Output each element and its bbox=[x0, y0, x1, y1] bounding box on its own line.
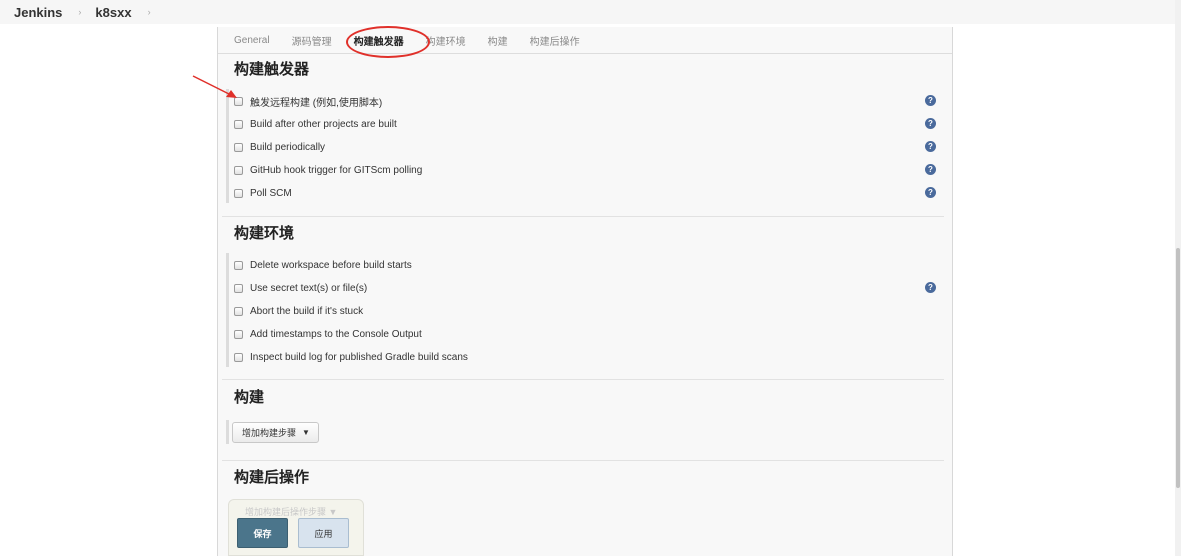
section-title-environment: 构建环境 bbox=[234, 225, 295, 242]
section-title-triggers: 构建触发器 bbox=[234, 61, 310, 78]
env-option-timestamps[interactable]: Add timestamps to the Console Output bbox=[234, 326, 422, 342]
help-icon[interactable]: ? bbox=[925, 141, 936, 152]
group-indicator bbox=[226, 253, 229, 367]
checkbox[interactable] bbox=[234, 306, 243, 316]
tab-general[interactable]: General bbox=[234, 35, 270, 46]
env-option-secret-text[interactable]: Use secret text(s) or file(s) bbox=[234, 280, 367, 296]
env-option-abort-stuck[interactable]: Abort the build if it's stuck bbox=[234, 303, 363, 319]
trigger-option-after-other-projects[interactable]: Build after other projects are built bbox=[234, 116, 397, 132]
help-icon[interactable]: ? bbox=[925, 164, 936, 175]
caret-down-icon: ▼ bbox=[328, 507, 338, 517]
env-option-gradle-scans[interactable]: Inspect build log for published Gradle b… bbox=[234, 349, 468, 365]
group-indicator bbox=[226, 89, 229, 203]
breadcrumb-jenkins[interactable]: Jenkins bbox=[14, 5, 62, 20]
checkbox[interactable] bbox=[234, 188, 243, 198]
help-icon[interactable]: ? bbox=[925, 118, 936, 129]
config-tabs: General 源码管理 构建触发器 构建环境 构建 构建后操作 bbox=[218, 27, 952, 54]
breadcrumb-job[interactable]: k8sxx bbox=[95, 5, 131, 20]
trigger-option-poll-scm[interactable]: Poll SCM bbox=[234, 185, 292, 201]
job-config-panel: General 源码管理 构建触发器 构建环境 构建 构建后操作 构建触发器 触… bbox=[217, 26, 953, 556]
checkbox[interactable] bbox=[234, 283, 243, 293]
breadcrumb: Jenkins › k8sxx › bbox=[0, 0, 1181, 24]
checkbox[interactable] bbox=[234, 260, 243, 270]
help-icon[interactable]: ? bbox=[925, 282, 936, 293]
tab-post-build[interactable]: 构建后操作 bbox=[530, 33, 580, 48]
checkbox[interactable] bbox=[234, 119, 243, 129]
annotation-arrow-icon bbox=[192, 75, 237, 98]
section-divider bbox=[222, 460, 944, 461]
checkbox[interactable] bbox=[234, 329, 243, 339]
annotation-circle bbox=[346, 26, 430, 58]
section-divider bbox=[222, 379, 944, 380]
env-option-delete-workspace[interactable]: Delete workspace before build starts bbox=[234, 257, 412, 273]
tab-build[interactable]: 构建 bbox=[488, 33, 508, 48]
checkbox[interactable] bbox=[234, 352, 243, 362]
group-indicator bbox=[226, 420, 229, 444]
help-icon[interactable]: ? bbox=[925, 95, 936, 106]
save-button[interactable]: 保存 bbox=[237, 518, 288, 548]
bottom-button-bar: 增加构建后操作步骤 ▼ 保存 应用 bbox=[228, 499, 364, 556]
apply-button[interactable]: 应用 bbox=[298, 518, 349, 548]
trigger-option-github-hook[interactable]: GitHub hook trigger for GITScm polling bbox=[234, 162, 422, 178]
page-scrollbar[interactable] bbox=[1175, 0, 1181, 556]
breadcrumb-separator-icon: › bbox=[78, 7, 82, 17]
section-divider bbox=[222, 216, 944, 217]
caret-down-icon: ▼ bbox=[302, 428, 310, 437]
add-post-build-step-button[interactable]: 增加构建后操作步骤 ▼ bbox=[245, 505, 337, 518]
tab-build-environment[interactable]: 构建环境 bbox=[426, 33, 466, 48]
trigger-option-periodically[interactable]: Build periodically bbox=[234, 139, 325, 155]
scrollbar-thumb[interactable] bbox=[1176, 248, 1180, 488]
help-icon[interactable]: ? bbox=[925, 187, 936, 198]
trigger-option-remote[interactable]: 触发远程构建 (例如,使用脚本) bbox=[234, 93, 382, 109]
add-build-step-button[interactable]: 增加构建步骤 ▼ bbox=[232, 422, 319, 443]
section-title-build: 构建 bbox=[234, 389, 265, 406]
breadcrumb-separator-icon: › bbox=[147, 7, 151, 17]
checkbox[interactable] bbox=[234, 165, 243, 175]
section-title-post-build: 构建后操作 bbox=[234, 469, 310, 486]
tab-source-control[interactable]: 源码管理 bbox=[292, 33, 332, 48]
checkbox[interactable] bbox=[234, 142, 243, 152]
